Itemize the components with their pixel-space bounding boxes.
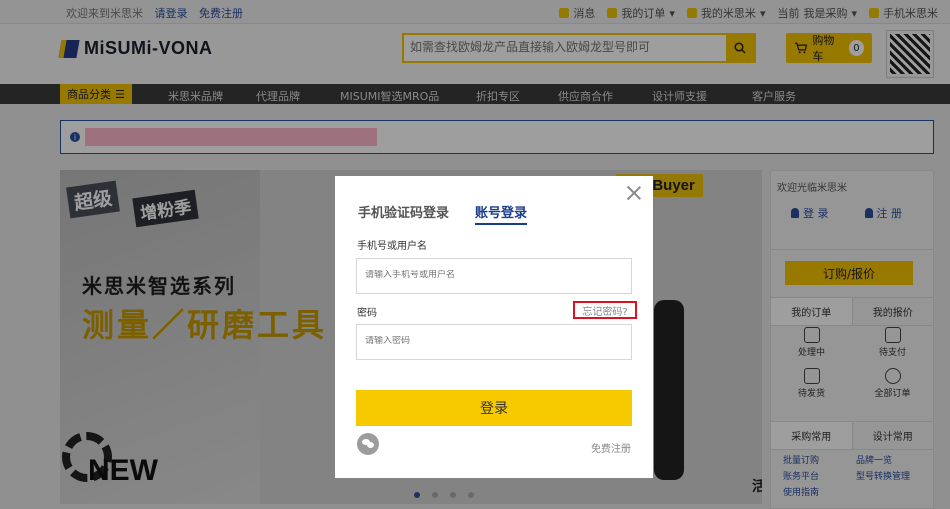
login-button[interactable]: 登录 [356, 390, 632, 426]
forgot-password-link[interactable]: 忘记密码? [573, 301, 637, 319]
password-field-box [356, 324, 632, 360]
tab-account-login[interactable]: 账号登录 [475, 202, 528, 225]
username-label: 手机号或用户名 [357, 241, 427, 252]
tab-sms-login[interactable]: 手机验证码登录 [358, 202, 449, 221]
modal-register-link[interactable]: 免费注册 [591, 440, 631, 455]
username-field-box [356, 258, 632, 294]
password-label: 密码 [357, 308, 377, 319]
password-input[interactable] [365, 336, 615, 346]
wechat-icon[interactable] [357, 433, 379, 455]
close-icon[interactable] [627, 186, 641, 200]
username-input[interactable] [365, 270, 615, 280]
login-modal: 手机验证码登录 账号登录 手机号或用户名 密码 忘记密码? 登录 免费注册 [335, 176, 653, 478]
